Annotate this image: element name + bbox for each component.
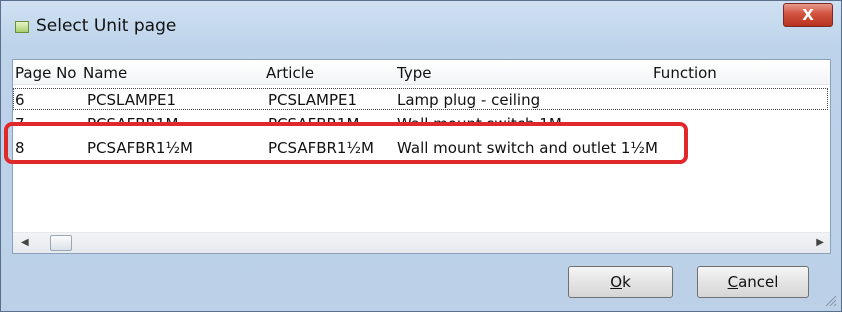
app-icon [15,21,29,33]
horizontal-scrollbar[interactable]: ◀ ▶ [13,232,830,253]
column-header-type[interactable]: Type [397,64,431,82]
scroll-left-arrow-icon[interactable]: ◀ [21,237,29,248]
cancel-button[interactable]: Cancel [697,266,809,298]
cell-type: Lamp plug - ceiling [397,91,541,109]
cell-page-no: 6 [15,91,25,109]
column-header-function[interactable]: Function [653,64,717,82]
title-bar[interactable]: Select Unit page X [1,1,841,45]
cancel-button-mnemonic: C [727,273,739,291]
select-unit-page-dialog: Select Unit page X Page No Name Article … [0,0,842,312]
list-header: Page No Name Article Type Function [13,60,830,85]
close-button[interactable]: X [783,3,833,27]
scroll-right-arrow-icon[interactable]: ▶ [816,237,824,248]
ok-button-label-rest: k [622,273,631,291]
ok-button[interactable]: Ok [568,266,673,298]
column-header-name[interactable]: Name [83,64,127,82]
ok-button-mnemonic: O [610,273,623,291]
column-header-page-no[interactable]: Page No [15,64,76,82]
cell-name: PCSLAMPE1 [87,91,177,109]
highlight-annotation-box [4,122,688,164]
dialog-title: Select Unit page [36,16,177,36]
cell-article: PCSLAMPE1 [268,91,358,109]
resize-grip-icon[interactable] [823,293,837,307]
column-header-article[interactable]: Article [266,64,314,82]
table-row[interactable]: 6 PCSLAMPE1 PCSLAMPE1 Lamp plug - ceilin… [13,88,828,110]
cancel-button-label-rest: ancel [738,273,779,291]
scrollbar-thumb[interactable] [50,235,72,251]
